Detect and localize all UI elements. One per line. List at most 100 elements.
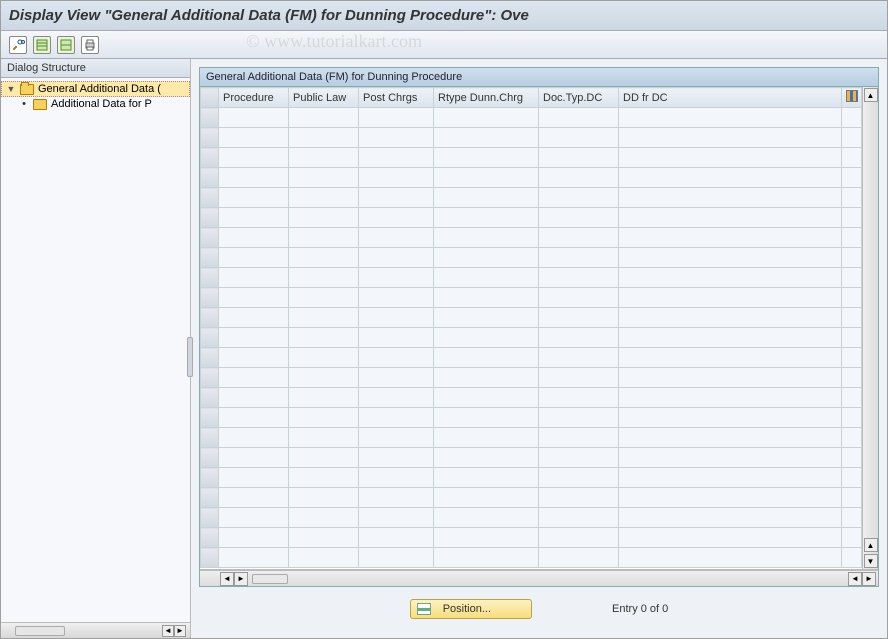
table-row[interactable] — [201, 508, 862, 528]
grid-cell[interactable] — [619, 488, 842, 508]
grid-cell[interactable] — [359, 248, 434, 268]
grid-cell[interactable] — [219, 168, 289, 188]
grid-cell[interactable] — [434, 408, 539, 428]
grid-cell[interactable] — [539, 228, 619, 248]
grid-hscrollbar[interactable]: ◄ ► ◄ ► — [200, 570, 878, 586]
grid-cell[interactable] — [219, 368, 289, 388]
grid-cell[interactable] — [434, 368, 539, 388]
grid-cell[interactable] — [289, 508, 359, 528]
grid-cell[interactable] — [434, 248, 539, 268]
grid-cell[interactable] — [434, 468, 539, 488]
grid-cell[interactable] — [219, 268, 289, 288]
grid-cell[interactable] — [539, 208, 619, 228]
row-selector[interactable] — [201, 308, 219, 328]
grid-cell[interactable] — [359, 548, 434, 568]
grid-cell[interactable] — [434, 168, 539, 188]
grid-cell[interactable] — [289, 448, 359, 468]
table-row[interactable] — [201, 428, 862, 448]
row-selector[interactable] — [201, 448, 219, 468]
row-selector[interactable] — [201, 368, 219, 388]
grid-cell[interactable] — [289, 228, 359, 248]
table-row[interactable] — [201, 188, 862, 208]
grid-cell[interactable] — [289, 108, 359, 128]
grid-cell[interactable] — [619, 348, 842, 368]
table-row[interactable] — [201, 368, 862, 388]
scrollbar-thumb[interactable] — [252, 574, 288, 584]
grid-cell[interactable] — [289, 408, 359, 428]
grid-cell[interactable] — [539, 548, 619, 568]
grid-cell[interactable] — [434, 108, 539, 128]
grid-cell[interactable] — [219, 108, 289, 128]
grid-cell[interactable] — [219, 308, 289, 328]
col-header-dd-fr-dc[interactable]: DD fr DC — [619, 88, 842, 108]
grid-cell[interactable] — [619, 528, 842, 548]
grid-cell[interactable] — [289, 208, 359, 228]
grid-cell[interactable] — [434, 548, 539, 568]
table-row[interactable] — [201, 128, 862, 148]
grid-cell[interactable] — [539, 148, 619, 168]
grid-cell[interactable] — [539, 508, 619, 528]
row-selector[interactable] — [201, 168, 219, 188]
table-row[interactable] — [201, 448, 862, 468]
table-row[interactable] — [201, 328, 862, 348]
grid-cell[interactable] — [219, 448, 289, 468]
grid-cell[interactable] — [219, 208, 289, 228]
scroll-right-icon[interactable]: ► — [174, 625, 186, 637]
grid-cell[interactable] — [619, 408, 842, 428]
col-header-rtype-dunn-chrg[interactable]: Rtype Dunn.Chrg — [434, 88, 539, 108]
grid-cell[interactable] — [619, 208, 842, 228]
grid-cell[interactable] — [434, 328, 539, 348]
collapse-all-button[interactable] — [57, 36, 75, 54]
table-row[interactable] — [201, 268, 862, 288]
row-selector[interactable] — [201, 248, 219, 268]
grid-cell[interactable] — [359, 148, 434, 168]
grid-cell[interactable] — [289, 288, 359, 308]
grid-vscrollbar[interactable]: ▲ ▲ ▼ — [862, 87, 878, 569]
grid-cell[interactable] — [289, 268, 359, 288]
row-selector[interactable] — [201, 268, 219, 288]
row-selector[interactable] — [201, 348, 219, 368]
row-selector[interactable] — [201, 128, 219, 148]
row-selector[interactable] — [201, 508, 219, 528]
grid-cell[interactable] — [289, 528, 359, 548]
grid-cell[interactable] — [619, 448, 842, 468]
grid-cell[interactable] — [434, 528, 539, 548]
grid-cell[interactable] — [539, 128, 619, 148]
grid-cell[interactable] — [434, 288, 539, 308]
row-selector[interactable] — [201, 468, 219, 488]
grid-cell[interactable] — [434, 388, 539, 408]
grid-cell[interactable] — [539, 168, 619, 188]
grid-cell[interactable] — [619, 248, 842, 268]
grid-cell[interactable] — [619, 288, 842, 308]
row-selector[interactable] — [201, 288, 219, 308]
grid-cell[interactable] — [434, 308, 539, 328]
grid-cell[interactable] — [359, 168, 434, 188]
table-row[interactable] — [201, 108, 862, 128]
table-row[interactable] — [201, 528, 862, 548]
col-header-procedure[interactable]: Procedure — [219, 88, 289, 108]
table-row[interactable] — [201, 208, 862, 228]
grid-cell[interactable] — [289, 328, 359, 348]
row-selector[interactable] — [201, 548, 219, 568]
vscroll-track[interactable] — [863, 103, 878, 537]
grid-cell[interactable] — [219, 188, 289, 208]
grid-cell[interactable] — [359, 108, 434, 128]
grid-cell[interactable] — [359, 428, 434, 448]
col-header-post-chrgs[interactable]: Post Chrgs — [359, 88, 434, 108]
expand-all-button[interactable] — [33, 36, 51, 54]
grid-cell[interactable] — [219, 488, 289, 508]
toggle-edit-button[interactable] — [9, 36, 27, 54]
grid-cell[interactable] — [539, 368, 619, 388]
grid-cell[interactable] — [434, 188, 539, 208]
grid-cell[interactable] — [619, 268, 842, 288]
grid-cell[interactable] — [359, 488, 434, 508]
table-row[interactable] — [201, 148, 862, 168]
tree-node-root[interactable]: ▼ General Additional Data ( — [1, 81, 190, 97]
table-row[interactable] — [201, 228, 862, 248]
grid-cell[interactable] — [359, 288, 434, 308]
grid-cell[interactable] — [289, 248, 359, 268]
grid-cell[interactable] — [289, 308, 359, 328]
grid-cell[interactable] — [219, 128, 289, 148]
grid-cell[interactable] — [619, 468, 842, 488]
grid-cell[interactable] — [219, 508, 289, 528]
